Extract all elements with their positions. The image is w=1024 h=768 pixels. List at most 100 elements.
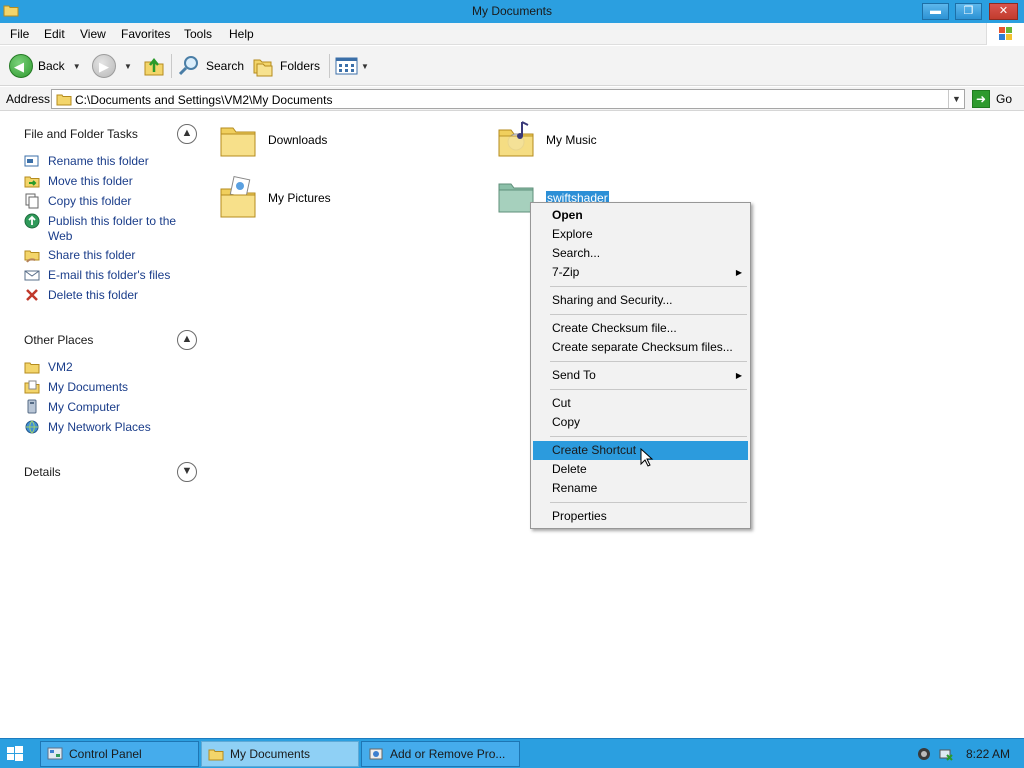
forward-dropdown-icon[interactable]: ▼ (124, 62, 132, 71)
menu-copy[interactable]: Copy (533, 413, 748, 432)
minimize-button[interactable]: ▬ (922, 3, 949, 20)
go-label: Go (996, 92, 1013, 106)
place-network-places[interactable]: My Network Places (24, 420, 188, 436)
task-share-folder[interactable]: Share this folder (24, 248, 188, 264)
menu-7zip-label: 7-Zip (552, 265, 580, 279)
taskbar-button-label: Control Panel (69, 747, 142, 761)
file-folder-tasks-heading[interactable]: File and Folder Tasks (24, 127, 138, 141)
publish-web-icon (24, 213, 40, 229)
menu-separator (550, 389, 747, 390)
task-delete-folder[interactable]: Delete this folder (24, 288, 188, 304)
up-button[interactable] (143, 52, 165, 80)
toolbar-separator (329, 54, 330, 78)
menu-send-to[interactable]: Send To ▶ (533, 366, 748, 385)
task-rename-folder[interactable]: Rename this folder (24, 154, 188, 170)
menu-file[interactable]: File (10, 27, 29, 41)
address-value: C:\Documents and Settings\VM2\My Documen… (75, 93, 333, 107)
forward-arrow-icon: ▶ (92, 54, 116, 78)
close-button[interactable]: ✕ (989, 3, 1018, 20)
go-arrow-icon: ➜ (972, 90, 990, 108)
menu-sharing-security[interactable]: Sharing and Security... (533, 291, 748, 310)
menu-explore[interactable]: Explore (533, 225, 748, 244)
collapse-up-icon[interactable]: ▲ (177, 124, 197, 144)
clock[interactable]: 8:22 AM (966, 747, 1010, 761)
share-icon (24, 250, 40, 263)
collapse-up-icon[interactable]: ▲ (177, 330, 197, 350)
folder-icon (220, 127, 256, 157)
control-panel-icon (47, 747, 63, 760)
mouse-cursor-icon (640, 448, 654, 467)
menu-properties[interactable]: Properties (533, 507, 748, 526)
folders-label: Folders (280, 59, 321, 73)
menu-open[interactable]: Open (533, 206, 748, 225)
address-input[interactable]: C:\Documents and Settings\VM2\My Documen… (51, 89, 965, 109)
folder-up-icon (144, 57, 164, 76)
menu-rename[interactable]: Rename (533, 479, 748, 498)
back-arrow-icon: ◀ (9, 54, 33, 78)
other-places-heading[interactable]: Other Places (24, 333, 93, 347)
folder-icon (24, 362, 40, 374)
close-icon: ✕ (998, 5, 1009, 17)
task-move-folder[interactable]: Move this folder (24, 174, 188, 190)
menu-view[interactable]: View (80, 27, 106, 41)
taskbar-control-panel[interactable]: Control Panel (40, 741, 199, 767)
menu-tools[interactable]: Tools (184, 27, 212, 41)
expand-down-icon[interactable]: ▼ (177, 462, 197, 482)
folders-icon (253, 59, 273, 77)
delete-icon (26, 289, 38, 301)
menu-favorites[interactable]: Favorites (121, 27, 170, 41)
security-tray-icon[interactable] (916, 746, 932, 762)
back-button[interactable]: ◀ Back ▼ (9, 52, 81, 80)
search-button[interactable]: Search (178, 52, 244, 80)
start-button[interactable] (6, 745, 24, 763)
task-label: Rename this folder (48, 154, 149, 168)
taskbar-button-label: Add or Remove Pro... (390, 747, 506, 761)
menu-7zip[interactable]: 7-Zip ▶ (533, 263, 748, 282)
task-label: Move this folder (48, 174, 133, 188)
taskbar-add-remove-programs[interactable]: Add or Remove Pro... (361, 741, 520, 767)
toolbar: ◀ Back ▼ ▶ ▼ Search Folders ▼ (0, 46, 1024, 86)
task-publish-folder[interactable]: Publish this folder to the Web (24, 213, 188, 244)
place-my-documents[interactable]: My Documents (24, 380, 188, 396)
task-email-files[interactable]: E-mail this folder's files (24, 268, 188, 284)
restore-icon: ❐ (963, 5, 974, 17)
views-dropdown-icon[interactable]: ▼ (361, 62, 369, 71)
menu-cut[interactable]: Cut (533, 394, 748, 413)
menu-separator (550, 436, 747, 437)
task-copy-folder[interactable]: Copy this folder (24, 193, 188, 210)
system-tray: 8:22 AM (916, 741, 1024, 767)
task-label: Delete this folder (48, 288, 139, 302)
search-icon (178, 56, 198, 76)
folder-downloads[interactable]: Downloads (218, 120, 327, 160)
taskbar: Control Panel My Documents Add or Remove… (0, 738, 1024, 768)
folder-my-music[interactable]: My Music (496, 120, 597, 160)
title-bar[interactable]: My Documents ▬ ❐ ✕ (0, 0, 1024, 23)
taskbar-my-documents[interactable]: My Documents (201, 741, 359, 767)
menu-create-checksum[interactable]: Create Checksum file... (533, 319, 748, 338)
place-label: VM2 (48, 360, 73, 374)
forward-button[interactable]: ▶ ▼ (92, 52, 132, 80)
minimize-icon: ▬ (930, 5, 941, 17)
my-computer-icon (27, 399, 37, 414)
details-heading[interactable]: Details (24, 465, 61, 479)
go-button[interactable]: ➜ Go (972, 89, 1012, 109)
taskbar-button-label: My Documents (230, 747, 311, 761)
task-label: Publish this folder to the Web (48, 214, 177, 243)
folder-my-pictures[interactable]: My Pictures (218, 175, 331, 221)
add-remove-programs-icon (369, 748, 383, 760)
views-button[interactable]: ▼ (335, 52, 369, 80)
music-folder-icon (498, 121, 534, 157)
menu-separator (550, 286, 747, 287)
restore-button[interactable]: ❐ (955, 3, 982, 20)
network-tray-icon[interactable] (938, 746, 954, 762)
menu-send-to-label: Send To (552, 368, 596, 382)
place-my-computer[interactable]: My Computer (24, 399, 188, 416)
place-vm2[interactable]: VM2 (24, 360, 188, 376)
address-dropdown-button[interactable]: ▼ (948, 90, 964, 108)
folders-button[interactable]: Folders (252, 52, 320, 80)
menu-edit[interactable]: Edit (44, 27, 65, 41)
menu-create-separate-checksums[interactable]: Create separate Checksum files... (533, 338, 748, 357)
menu-search[interactable]: Search... (533, 244, 748, 263)
menu-help[interactable]: Help (229, 27, 254, 41)
back-dropdown-icon[interactable]: ▼ (73, 62, 81, 71)
